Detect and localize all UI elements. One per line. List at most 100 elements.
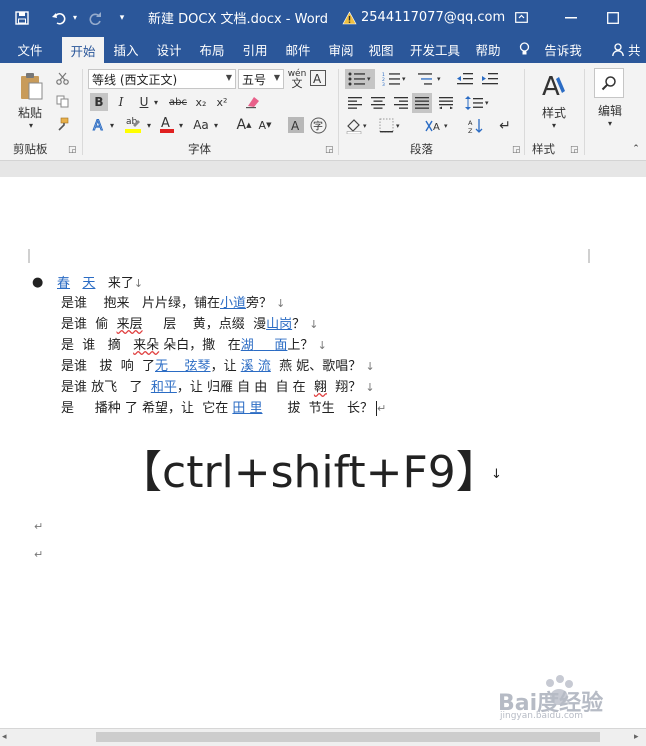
- doc-line-1[interactable]: 春 天 来了↓: [57, 275, 143, 293]
- grow-font-button[interactable]: A ▲: [236, 115, 252, 135]
- bullets-icon[interactable]: ▾: [345, 69, 375, 89]
- shrink-font-button[interactable]: A ▼: [257, 115, 273, 135]
- multilevel-list-icon[interactable]: ▾: [415, 69, 445, 89]
- doc-line-6[interactable]: 是谁 放飞 了 和平，让 归雁 自 由 自 在 翱 翔？ ↓: [61, 379, 375, 397]
- underline-button[interactable]: U: [136, 93, 152, 111]
- cut-icon[interactable]: [54, 70, 70, 86]
- tab-tell-me[interactable]: 告诉我: [538, 35, 588, 63]
- paste-icon[interactable]: [14, 70, 48, 104]
- show-formatting-marks-icon[interactable]: ↵: [496, 116, 514, 136]
- decrease-indent-icon[interactable]: [455, 69, 475, 89]
- tab-help[interactable]: 帮助: [470, 35, 506, 63]
- ribbon-display-icon[interactable]: [511, 0, 531, 35]
- editing-dropdown-icon[interactable]: ▾: [605, 118, 615, 128]
- align-right-icon[interactable]: [391, 93, 411, 113]
- italic-button[interactable]: I: [113, 93, 129, 111]
- align-left-icon[interactable]: [345, 93, 365, 113]
- doc-line-5[interactable]: 是谁 拔 响 了无 弦琴，让 溪 流 燕 妮、歌唱？ ↓: [61, 358, 375, 376]
- paste-button[interactable]: 粘贴: [12, 104, 48, 120]
- sort-icon[interactable]: AZ: [466, 116, 486, 136]
- font-color-dropdown-icon[interactable]: ▾: [177, 115, 185, 135]
- doc-line-4[interactable]: 是 谁 摘 来朵 朵白，撒 在湖 面上？ ↓: [61, 337, 327, 355]
- underline-dropdown-icon[interactable]: ▾: [152, 93, 160, 111]
- tab-share[interactable]: 共: [628, 35, 646, 63]
- warning-icon[interactable]: [341, 0, 357, 35]
- change-case-button[interactable]: Aa: [190, 115, 212, 135]
- doc-line-2[interactable]: 是谁 抱来 片片绿，铺在小道旁？ ↓: [61, 295, 285, 313]
- search-icon[interactable]: [594, 68, 624, 98]
- tab-references[interactable]: 引用: [235, 35, 275, 63]
- tab-insert[interactable]: 插入: [106, 35, 146, 63]
- distributed-icon[interactable]: [436, 93, 456, 113]
- redo-icon[interactable]: [85, 0, 105, 35]
- phonetic-guide-button[interactable]: wén 文: [287, 68, 307, 90]
- line-spacing-icon[interactable]: ▾: [463, 93, 493, 113]
- justify-icon[interactable]: [412, 93, 432, 113]
- copy-icon[interactable]: [54, 93, 70, 109]
- highlight-icon[interactable]: ab: [122, 113, 144, 135]
- scroll-right-icon[interactable]: ▸: [634, 732, 639, 742]
- strikethrough-button[interactable]: abc: [166, 93, 190, 111]
- character-shading-icon[interactable]: A: [287, 116, 305, 134]
- superscript-button[interactable]: x²: [213, 93, 231, 111]
- font-color-icon[interactable]: A: [158, 113, 176, 135]
- shortcut-text[interactable]: 【ctrl+shift+F9】: [118, 436, 500, 500]
- bold-button[interactable]: B: [90, 93, 108, 111]
- share-icon[interactable]: [610, 35, 626, 63]
- clear-formatting-icon[interactable]: [244, 93, 262, 111]
- undo-icon[interactable]: [48, 0, 70, 35]
- highlight-dropdown-icon[interactable]: ▾: [145, 115, 153, 135]
- maximize-icon[interactable]: [603, 0, 623, 35]
- doc-line-3[interactable]: 是谁 偷 来层 层 黄，点缀 漫山岗？ ↓: [61, 316, 318, 334]
- lightbulb-icon[interactable]: [514, 35, 534, 63]
- styles-dropdown-icon[interactable]: ▾: [549, 120, 559, 130]
- collapse-ribbon-icon[interactable]: ⌃: [630, 143, 642, 155]
- document-page[interactable]: ● 春 天 来了↓ 是谁 抱来 片片绿，铺在小道旁？ ↓ 是谁 偷 来层 层 黄…: [0, 177, 646, 728]
- minimize-icon[interactable]: [561, 0, 581, 35]
- tab-view[interactable]: 视图: [364, 35, 398, 63]
- subscript-button[interactable]: x₂: [192, 93, 210, 111]
- clipboard-launcher-icon[interactable]: ◲: [68, 145, 77, 155]
- styles-launcher-icon[interactable]: ◲: [570, 145, 579, 155]
- tab-home[interactable]: 开始: [62, 37, 104, 63]
- paragraph-launcher-icon[interactable]: ◲: [512, 145, 521, 155]
- horizontal-scrollbar[interactable]: ◂ ▸: [0, 728, 646, 746]
- styles-icon[interactable]: A: [537, 69, 571, 103]
- svg-text:▾: ▾: [367, 75, 371, 83]
- styles-button[interactable]: 样式: [532, 104, 576, 120]
- line-break-mark: ↓: [365, 381, 375, 394]
- text-effects-icon[interactable]: A: [90, 115, 108, 135]
- tab-file[interactable]: 文件: [8, 35, 52, 63]
- font-launcher-icon[interactable]: ◲: [325, 145, 334, 155]
- scroll-left-icon[interactable]: ◂: [2, 732, 7, 742]
- numbering-icon[interactable]: 1 2 3 ▾: [380, 69, 410, 89]
- align-center-icon[interactable]: [368, 93, 388, 113]
- character-border-icon[interactable]: A: [309, 69, 327, 87]
- tab-mailings[interactable]: 邮件: [278, 35, 318, 63]
- undo-dropdown-icon[interactable]: ▾: [70, 0, 80, 35]
- tab-review[interactable]: 审阅: [321, 35, 361, 63]
- tab-developer[interactable]: 开发工具: [404, 35, 466, 63]
- text-effects-dropdown-icon[interactable]: ▾: [108, 115, 116, 135]
- account-email[interactable]: 2544117077@qq.com: [361, 0, 505, 35]
- customize-toolbar-icon[interactable]: ▾: [115, 0, 129, 35]
- editing-button[interactable]: 编辑: [588, 102, 632, 118]
- text-segment: 节生: [308, 401, 335, 416]
- paste-dropdown-icon[interactable]: ▾: [26, 120, 36, 130]
- scrollbar-thumb[interactable]: [96, 732, 600, 742]
- shading-icon[interactable]: ▾: [345, 116, 371, 136]
- tab-layout[interactable]: 布局: [192, 35, 232, 63]
- format-painter-icon[interactable]: [54, 116, 70, 132]
- chinese-layout-icon[interactable]: A ▾: [422, 116, 452, 136]
- margin-corner-mark: [588, 249, 590, 263]
- text-segment: 拔: [287, 401, 301, 416]
- save-icon[interactable]: [12, 0, 32, 35]
- doc-line-7[interactable]: 是 播种 了 希望，让 它在 田 里 拔 节生 长？ ↵: [61, 400, 386, 418]
- tab-design[interactable]: 设计: [149, 35, 189, 63]
- font-name-dropdown[interactable]: 等线 (西文正文) ▼: [88, 69, 236, 89]
- font-size-dropdown[interactable]: 五号 ▼: [238, 69, 284, 89]
- change-case-dropdown-icon[interactable]: ▾: [212, 115, 220, 135]
- borders-icon[interactable]: ▾: [378, 116, 404, 136]
- increase-indent-icon[interactable]: [480, 69, 500, 89]
- enclose-characters-icon[interactable]: 字: [309, 116, 327, 134]
